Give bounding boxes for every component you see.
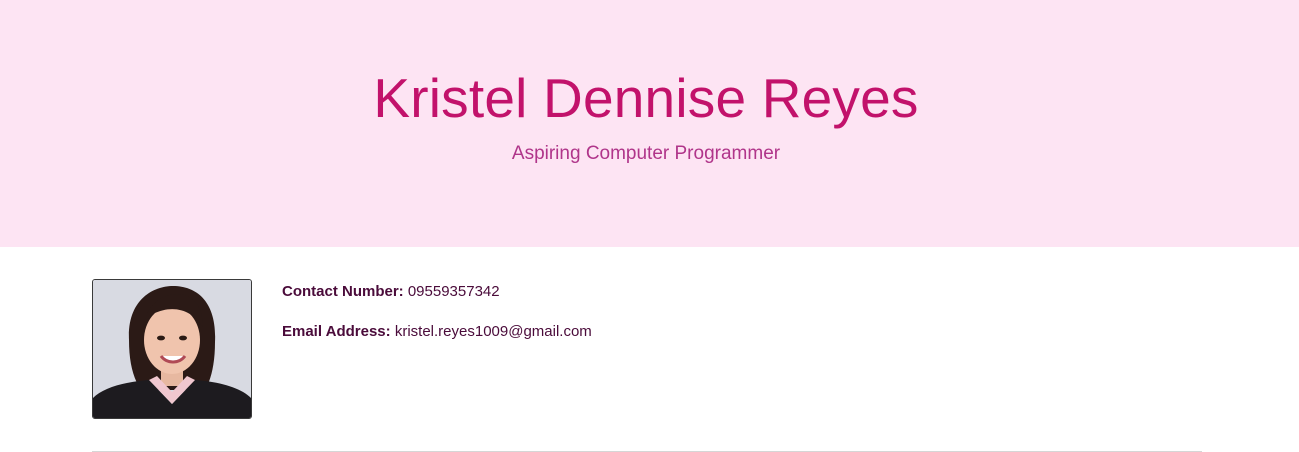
profile-photo — [92, 279, 252, 419]
page-subtitle: Aspiring Computer Programmer — [511, 143, 781, 164]
email-address-value: kristel.reyes1009@gmail.com — [394, 323, 592, 340]
page-title: Kristel Dennise Reyes — [373, 67, 919, 129]
email-address-row: Email Address: kristel.reyes1009@gmail.c… — [282, 320, 592, 344]
contact-number-label: Contact Number: — [282, 283, 404, 300]
email-address-label: Email Address: — [282, 323, 391, 340]
contact-number-row: Contact Number: 09559357342 — [282, 280, 500, 304]
hero-banner: Kristel Dennise Reyes Aspiring Computer … — [0, 0, 1299, 247]
contact-number-value: 09559357342 — [407, 283, 500, 300]
